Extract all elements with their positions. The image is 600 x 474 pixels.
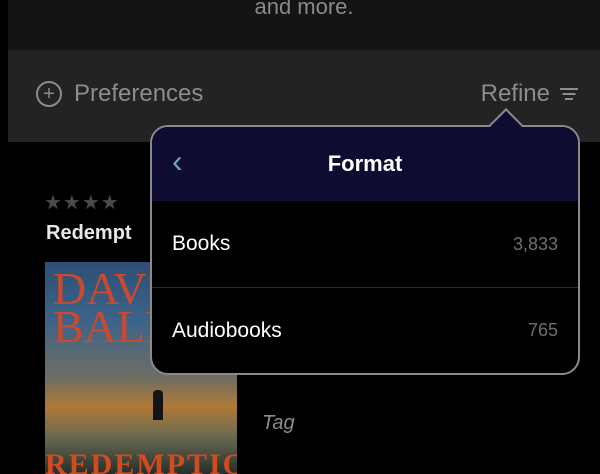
popover-header: ‹ Format	[152, 127, 578, 201]
rating-stars: ★★★★	[44, 192, 120, 214]
preferences-label: Preferences	[74, 80, 204, 107]
format-option-count: 3,833	[512, 233, 558, 254]
cover-title-text: REDEMPTION	[45, 448, 237, 474]
book-title[interactable]: Redempt	[46, 222, 132, 245]
top-strip: and more.	[8, 0, 600, 50]
filter-icon	[560, 86, 578, 102]
format-option-label: Audiobooks	[172, 318, 282, 342]
refine-button[interactable]: Refine	[481, 80, 578, 108]
popover-title: Format	[327, 151, 403, 176]
refine-label: Refine	[480, 80, 550, 107]
cover-figure	[153, 390, 163, 420]
format-popover: ‹ Format Books 3,833 Audiobooks 765	[150, 125, 580, 375]
format-option-books[interactable]: Books 3,833	[152, 201, 578, 287]
format-option-audiobooks[interactable]: Audiobooks 765	[152, 287, 578, 373]
format-option-label: Books	[172, 232, 231, 255]
book-tag: Tag	[262, 412, 295, 434]
chevron-left-icon[interactable]: ‹	[172, 145, 183, 177]
plus-circle-icon: +	[36, 81, 62, 107]
preferences-button[interactable]: + Preferences	[36, 80, 203, 108]
top-strip-text: and more.	[254, 0, 354, 19]
format-option-count: 765	[527, 320, 558, 340]
